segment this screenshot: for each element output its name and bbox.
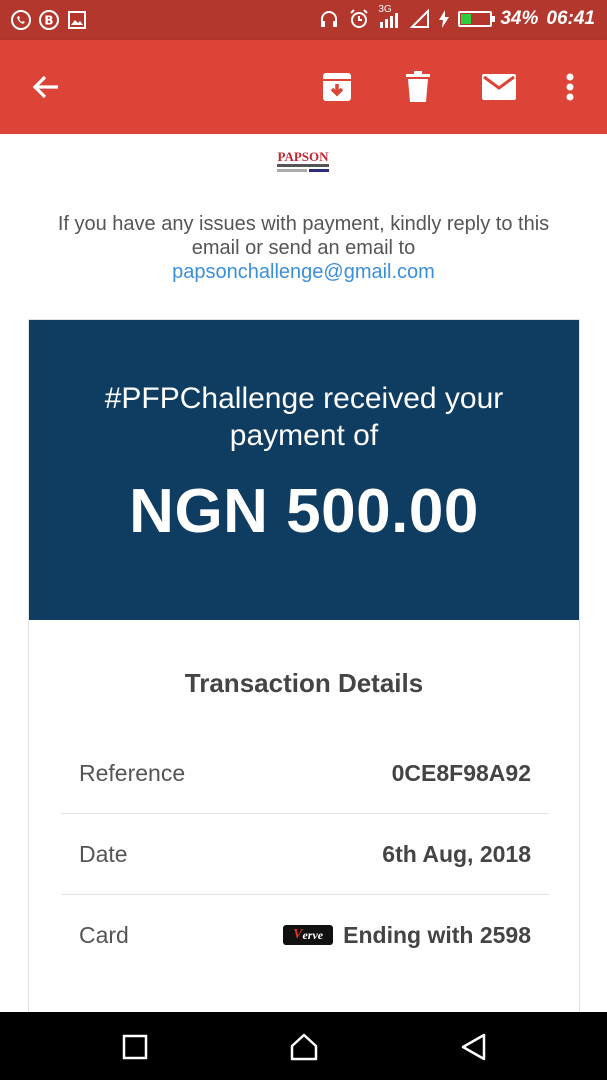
status-left-icons: B: [10, 9, 88, 31]
home-button[interactable]: [286, 1029, 322, 1065]
navigation-bar: [0, 1012, 607, 1080]
detail-label: Date: [79, 841, 128, 867]
headphones-icon: [321, 11, 338, 27]
payment-banner: #PFPChallenge received your payment of N…: [29, 320, 579, 620]
issue-text: If you have any issues with payment, kin…: [57, 213, 550, 259]
detail-row-card: Card Verve Ending with 2598: [61, 895, 549, 975]
detail-row-date: Date 6th Aug, 2018: [61, 814, 549, 894]
email-body: PAPSON If you have any issues with payme…: [0, 134, 607, 1019]
status-time: 06:41: [546, 8, 595, 29]
charging-icon: [439, 10, 450, 28]
detail-value: 0CE8F98A92: [392, 733, 531, 813]
gallery-icon: [66, 9, 88, 31]
whatsapp-icon: [10, 9, 32, 31]
card-value: Ending with 2598: [343, 922, 531, 948]
banner-message: #PFPChallenge received your payment of: [29, 380, 579, 454]
payment-issue-notice: If you have any issues with payment, kin…: [40, 212, 567, 284]
back-button[interactable]: [21, 62, 71, 112]
status-bar: B 3G 34% 06:41: [0, 0, 607, 40]
back-icon: [461, 1033, 486, 1061]
delete-icon: [406, 71, 430, 102]
detail-label: Card: [79, 922, 129, 948]
verve-card-icon: Verve: [283, 925, 334, 945]
b-app-icon: B: [38, 9, 60, 31]
mark-unread-icon: [482, 74, 516, 100]
receipt-card: #PFPChallenge received your payment of N…: [28, 319, 580, 1019]
contact-email-link[interactable]: papsonchallenge@gmail.com: [172, 261, 435, 283]
recents-icon: [122, 1034, 148, 1060]
payment-amount: NGN 500.00: [129, 477, 479, 546]
battery-level: [461, 14, 472, 24]
back-arrow-icon: [32, 75, 58, 99]
banner-text: #PFPChallenge received your payment of: [104, 382, 504, 452]
back-nav-button[interactable]: [455, 1029, 491, 1065]
svg-text:B: B: [44, 14, 53, 28]
battery-icon: [458, 11, 496, 27]
alarm-icon: [350, 9, 369, 28]
delete-button[interactable]: [393, 62, 443, 112]
transaction-details-title: Transaction Details: [184, 668, 424, 698]
signal-icon: 3G: [378, 4, 402, 30]
home-icon: [290, 1033, 318, 1061]
status-right: 3G 34% 06:41: [318, 4, 595, 30]
papson-logo: PAPSON: [271, 148, 335, 174]
mark-unread-button[interactable]: [474, 62, 524, 112]
detail-row-reference: Reference 0CE8F98A92: [61, 733, 549, 813]
archive-icon: [323, 73, 351, 101]
more-options-button[interactable]: [545, 62, 595, 112]
card-brand: erve: [302, 928, 324, 942]
app-bar: [0, 40, 607, 134]
date-value: 6th Aug, 2018: [382, 841, 531, 867]
detail-label: Reference: [79, 760, 186, 786]
detail-value: 6th Aug, 2018: [382, 814, 531, 894]
recents-button[interactable]: [117, 1029, 153, 1065]
wifi-icon: [410, 9, 430, 28]
logo-text: PAPSON: [277, 149, 329, 164]
reference-value: 0CE8F98A92: [391, 760, 531, 786]
archive-button[interactable]: [312, 62, 362, 112]
battery-percent: 34%: [500, 8, 539, 29]
more-vert-icon: [566, 73, 574, 101]
detail-value: Verve Ending with 2598: [283, 895, 531, 975]
